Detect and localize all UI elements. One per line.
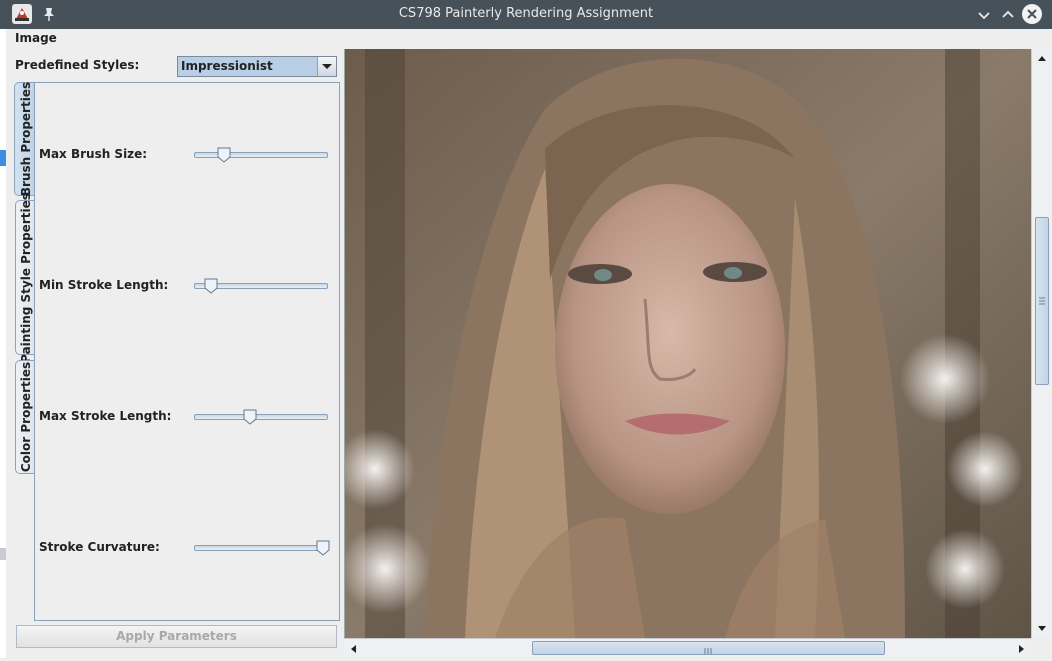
vertical-scrollbar[interactable] — [1031, 49, 1052, 638]
maximize-icon[interactable] — [998, 5, 1018, 25]
title-bar: CS798 Painterly Rendering Assignment — [0, 0, 1052, 29]
parameters-panel: Predefined Styles: Impressionist Brush P… — [6, 49, 344, 658]
tab-label: Color Properties — [18, 361, 33, 473]
slider-thumb[interactable] — [316, 540, 330, 556]
apply-parameters-button[interactable]: Apply Parameters — [16, 625, 337, 648]
window-title: CS798 Painterly Rendering Assignment — [398, 6, 654, 21]
scroll-up-icon[interactable] — [1034, 51, 1050, 67]
slider-track — [194, 414, 328, 420]
scroll-right-icon[interactable] — [1013, 641, 1029, 657]
minimize-icon[interactable] — [974, 5, 994, 25]
slider-thumb[interactable] — [217, 147, 231, 163]
brush-properties-panel: Max Brush Size: Min Stroke Length: Max S… — [34, 82, 340, 621]
min-stroke-length-slider[interactable] — [194, 278, 328, 294]
close-icon[interactable] — [1022, 4, 1042, 24]
tab-color-properties[interactable]: Color Properties — [15, 360, 35, 474]
tab-painting-style-properties[interactable]: Painting Style Properties — [15, 193, 35, 362]
max-stroke-length-slider[interactable] — [194, 409, 328, 425]
predefined-styles-label: Predefined Styles: — [15, 58, 140, 72]
tab-brush-properties[interactable]: Brush Properties — [14, 82, 36, 196]
chevron-down-icon[interactable] — [317, 57, 336, 76]
min-stroke-length-label: Min Stroke Length: — [39, 278, 169, 292]
property-tabs: Brush Properties Painting Style Properti… — [14, 82, 36, 482]
max-brush-size-label: Max Brush Size: — [39, 147, 148, 161]
slider-thumb[interactable] — [204, 278, 218, 294]
menu-image[interactable]: Image — [15, 31, 57, 45]
scroll-corner — [1031, 638, 1052, 658]
slider-track — [194, 545, 328, 551]
predefined-styles-select[interactable]: Impressionist — [177, 56, 337, 77]
scroll-left-icon[interactable] — [346, 641, 362, 657]
portrait-image — [345, 49, 1033, 638]
slider-thumb[interactable] — [243, 409, 257, 425]
predefined-styles-value: Impressionist — [181, 59, 273, 73]
stroke-curvature-label: Stroke Curvature: — [39, 540, 160, 554]
stroke-curvature-slider[interactable] — [194, 540, 330, 556]
painting-canvas[interactable] — [344, 49, 1033, 638]
scroll-down-icon[interactable] — [1034, 620, 1050, 636]
max-brush-size-slider[interactable] — [194, 147, 328, 163]
menu-bar: Image — [6, 29, 1052, 48]
max-stroke-length-label: Max Stroke Length: — [39, 409, 172, 423]
vertical-scroll-thumb[interactable] — [1035, 217, 1049, 385]
tab-label: Painting Style Properties — [18, 192, 33, 363]
slider-track — [194, 152, 328, 158]
horizontal-scroll-thumb[interactable] — [532, 641, 885, 655]
tab-label: Brush Properties — [18, 81, 33, 197]
horizontal-scrollbar[interactable] — [344, 638, 1032, 659]
